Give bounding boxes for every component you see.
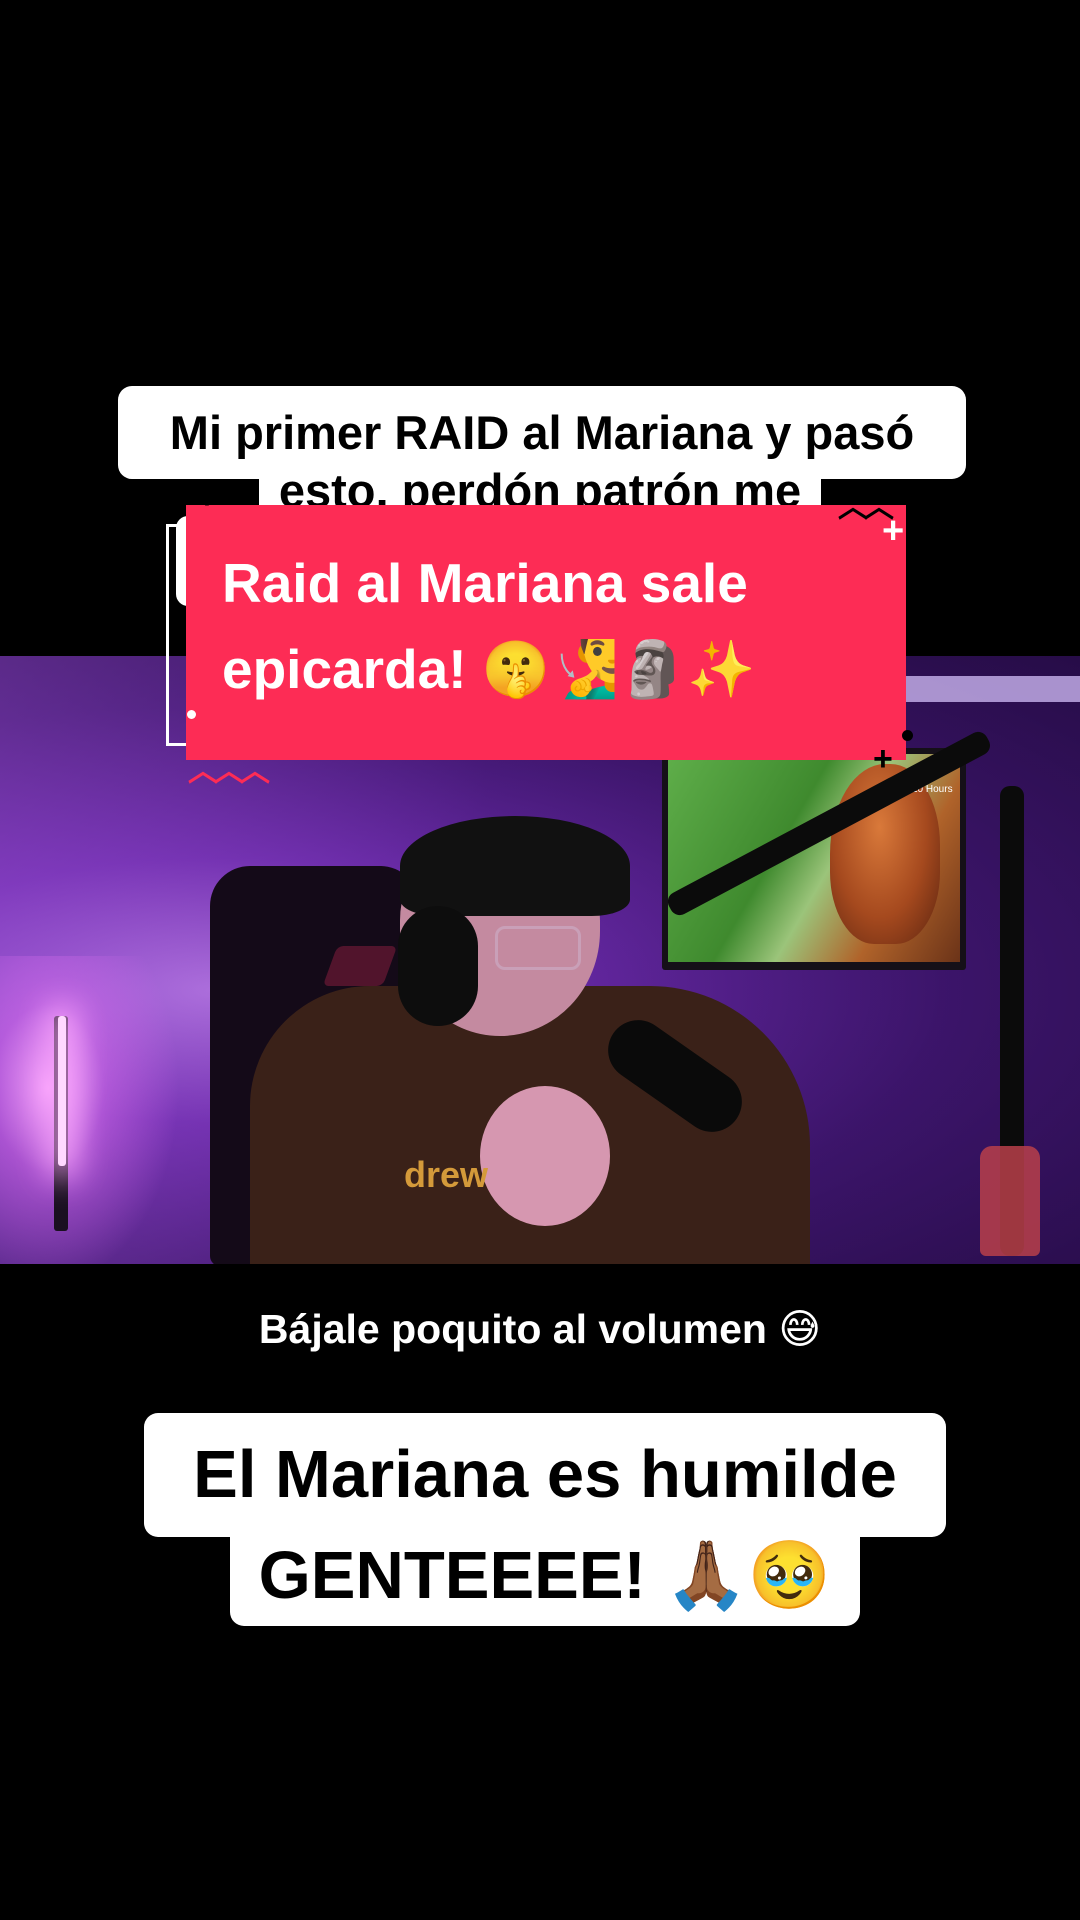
top-caption-line-1: Mi primer RAID al Mariana y pasó xyxy=(118,386,966,479)
dot-decoration xyxy=(187,710,196,719)
bottom-caption-line-1: El Mariana es humilde xyxy=(144,1413,946,1537)
hoodie-print: drew xyxy=(404,1154,489,1195)
lamp-light xyxy=(58,1016,66,1166)
dot-decoration xyxy=(902,730,913,741)
streamer-cap xyxy=(400,816,630,916)
pink-title-line-1: Raid al Mariana sale xyxy=(222,552,748,614)
top-caption-line-2-text: esto, perdón patrón me xyxy=(258,468,822,508)
pink-title-line-2: epicarda! 🤫🧏‍♂️🗿✨ xyxy=(222,638,756,700)
pink-title-text: Raid al Mariana sale epicarda! 🤫🧏‍♂️🗿✨ xyxy=(222,540,882,712)
headphones-icon xyxy=(398,906,478,1026)
wall-shelf xyxy=(900,676,1080,702)
volume-note: Bájale poquito al volumen 😅 xyxy=(258,1306,822,1352)
zigzag-decoration: ︿︿ xyxy=(838,491,894,524)
glasses-icon xyxy=(495,926,581,970)
plus-sparkle-icon: + xyxy=(873,740,893,778)
top-caption-line-2: esto, perdón patrón me xyxy=(0,468,1080,508)
desk-bottle xyxy=(980,1146,1040,1256)
plus-sparkle-icon: + xyxy=(197,478,217,516)
streamer-hand xyxy=(480,1086,610,1226)
bottom-caption-line-2: GENTEEEE! 🙏🏾🥹 xyxy=(230,1526,860,1626)
screen: 10 Hours drew Mi primer RAID al Mariana … xyxy=(0,0,1080,1920)
lamp-glow xyxy=(0,956,180,1264)
zigzag-decoration: ︿︿︿ xyxy=(188,755,270,788)
